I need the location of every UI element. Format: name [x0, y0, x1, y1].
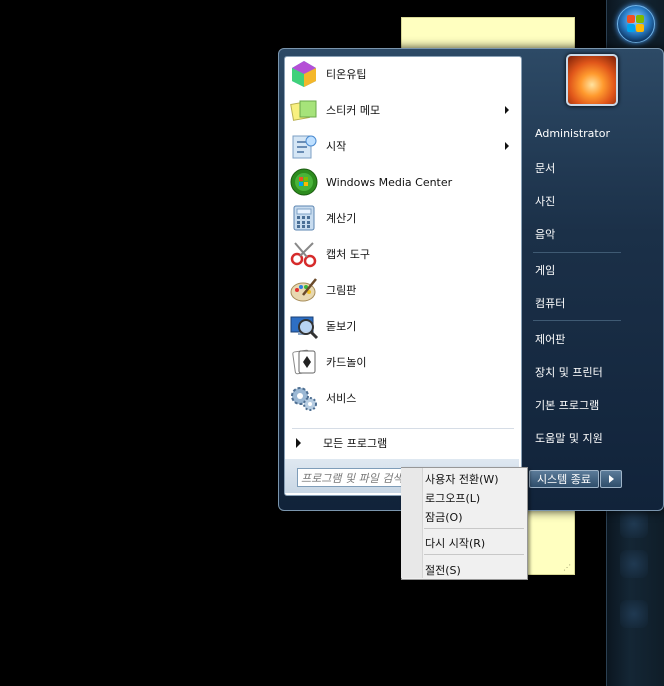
menu-divider	[424, 528, 524, 529]
program-label: Windows Media Center	[326, 175, 453, 189]
menu-item-lock[interactable]: 잠금(O)	[425, 509, 462, 525]
all-programs-label: 모든 프로그램	[323, 437, 388, 450]
colorful-cube-icon	[289, 59, 319, 89]
chevron-right-icon	[609, 475, 614, 483]
menu-divider	[424, 554, 524, 555]
solitaire-icon	[289, 347, 319, 377]
expand-arrow-icon	[296, 438, 301, 448]
menu-item-sleep[interactable]: 절전(S)	[425, 562, 461, 578]
shutdown-options-button[interactable]	[600, 470, 622, 488]
right-link-user[interactable]: Administrator	[535, 127, 610, 140]
getting-started-icon	[289, 131, 319, 161]
program-item-solitaire[interactable]: 카드놀이	[285, 345, 519, 379]
program-item-magnifier[interactable]: 돋보기	[285, 309, 519, 343]
shutdown-button[interactable]: 시스템 종료	[529, 470, 599, 488]
search-input[interactable]: 프로그램 및 파일 검색	[297, 468, 415, 487]
magnifier-icon	[289, 311, 319, 341]
program-label: 계산기	[326, 212, 357, 225]
program-item-calculator[interactable]: 계산기	[285, 201, 519, 235]
paint-icon	[289, 275, 319, 305]
program-item-sticky-notes[interactable]: 스티커 메모	[285, 93, 519, 127]
program-label: 그림판	[326, 284, 357, 297]
program-item-paint[interactable]: 그림판	[285, 273, 519, 307]
program-item-tion[interactable]: 티온유팁	[285, 57, 519, 91]
right-link-control-panel[interactable]: 제어판	[535, 331, 565, 347]
right-link-pictures[interactable]: 사진	[535, 193, 555, 209]
right-link-games[interactable]: 게임	[535, 262, 555, 278]
right-link-documents[interactable]: 문서	[535, 160, 555, 176]
right-link-help-support[interactable]: 도움말 및 지원	[535, 430, 603, 446]
taskbar-app-icon[interactable]	[620, 600, 648, 628]
user-avatar[interactable]	[566, 54, 618, 106]
menu-item-restart[interactable]: 다시 시작(R)	[425, 535, 485, 551]
all-programs-button[interactable]: 모든 프로그램	[293, 433, 513, 453]
services-icon	[289, 383, 319, 413]
resize-grip-icon[interactable]: ⋰	[563, 563, 571, 572]
taskbar-app-icon[interactable]	[620, 510, 648, 538]
program-label: 카드놀이	[326, 356, 367, 369]
program-label: 티온유팁	[326, 68, 367, 81]
windows-logo-icon	[627, 15, 645, 33]
media-center-icon	[289, 167, 319, 197]
calculator-icon	[289, 203, 319, 233]
program-label: 시작	[326, 140, 347, 153]
taskbar-app-icon[interactable]	[620, 550, 648, 578]
right-link-computer[interactable]: 컴퓨터	[535, 295, 565, 311]
start-orb-button[interactable]	[617, 5, 655, 43]
program-label: 스티커 메모	[326, 104, 381, 117]
submenu-arrow-icon	[505, 106, 509, 114]
program-item-media-center[interactable]: Windows Media Center	[285, 165, 519, 199]
program-item-getting-started[interactable]: 시작	[285, 129, 519, 163]
divider	[533, 252, 621, 253]
menu-gutter	[401, 468, 423, 578]
divider	[292, 428, 514, 429]
menu-item-log-off[interactable]: 로그오프(L)	[425, 490, 480, 506]
program-label: 캡처 도구	[326, 248, 370, 261]
right-link-default-programs[interactable]: 기본 프로그램	[535, 397, 599, 413]
sticky-notes-icon	[289, 95, 319, 125]
right-link-devices-printers[interactable]: 장치 및 프린터	[535, 364, 603, 380]
snipping-tool-icon	[289, 239, 319, 269]
program-label: 돋보기	[326, 320, 357, 333]
program-item-services[interactable]: 서비스	[285, 381, 519, 415]
program-item-snipping-tool[interactable]: 캡처 도구	[285, 237, 519, 271]
submenu-arrow-icon	[505, 142, 509, 150]
divider	[533, 320, 621, 321]
menu-item-switch-user[interactable]: 사용자 전환(W)	[425, 471, 499, 487]
program-label: 서비스	[326, 392, 357, 405]
right-link-music[interactable]: 음악	[535, 226, 555, 242]
